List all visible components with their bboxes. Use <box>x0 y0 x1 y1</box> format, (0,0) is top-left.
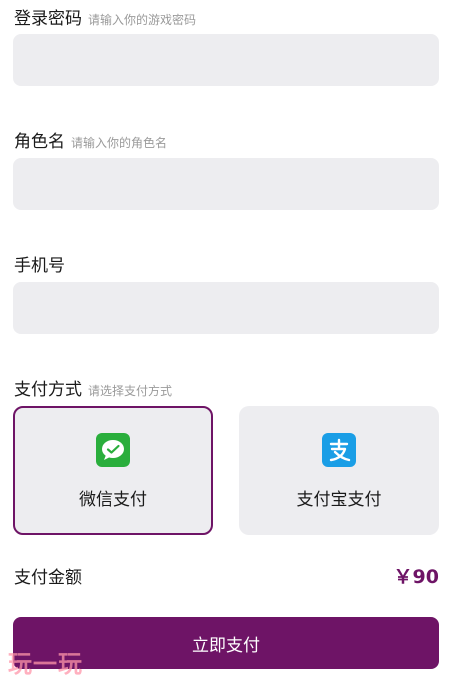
password-label: 登录密码 请输入你的游戏密码 <box>14 4 196 29</box>
alipay-icon <box>322 433 356 467</box>
password-input[interactable] <box>13 34 439 86</box>
role-name-input[interactable] <box>13 158 439 210</box>
amount-value: ￥90 <box>393 566 439 588</box>
payment-method-label: 支付方式 请选择支付方式 <box>14 375 172 400</box>
role-hint: 请输入你的角色名 <box>71 136 168 150</box>
alipay-option[interactable]: 支付宝支付 <box>239 406 439 535</box>
watermark-logo: 玩一玩 <box>8 650 83 678</box>
wechat-pay-option[interactable]: 微信支付 <box>13 406 213 535</box>
role-label: 角色名 请输入你的角色名 <box>14 127 167 152</box>
wechat-pay-icon <box>96 433 130 467</box>
alipay-label: 支付宝支付 <box>296 490 382 510</box>
payment-method-hint: 请选择支付方式 <box>88 384 173 398</box>
amount-label: 支付金额 <box>14 568 82 588</box>
amount-row: 支付金额 ￥90 <box>14 562 439 589</box>
payment-method-label-text: 支付方式 <box>14 380 82 400</box>
password-label-text: 登录密码 <box>14 9 82 29</box>
wechat-pay-label: 微信支付 <box>79 490 147 510</box>
phone-label: 手机号 <box>14 251 65 276</box>
role-label-text: 角色名 <box>14 132 65 152</box>
password-hint: 请输入你的游戏密码 <box>88 13 197 27</box>
phone-label-text: 手机号 <box>14 256 65 276</box>
phone-input[interactable] <box>13 282 439 334</box>
